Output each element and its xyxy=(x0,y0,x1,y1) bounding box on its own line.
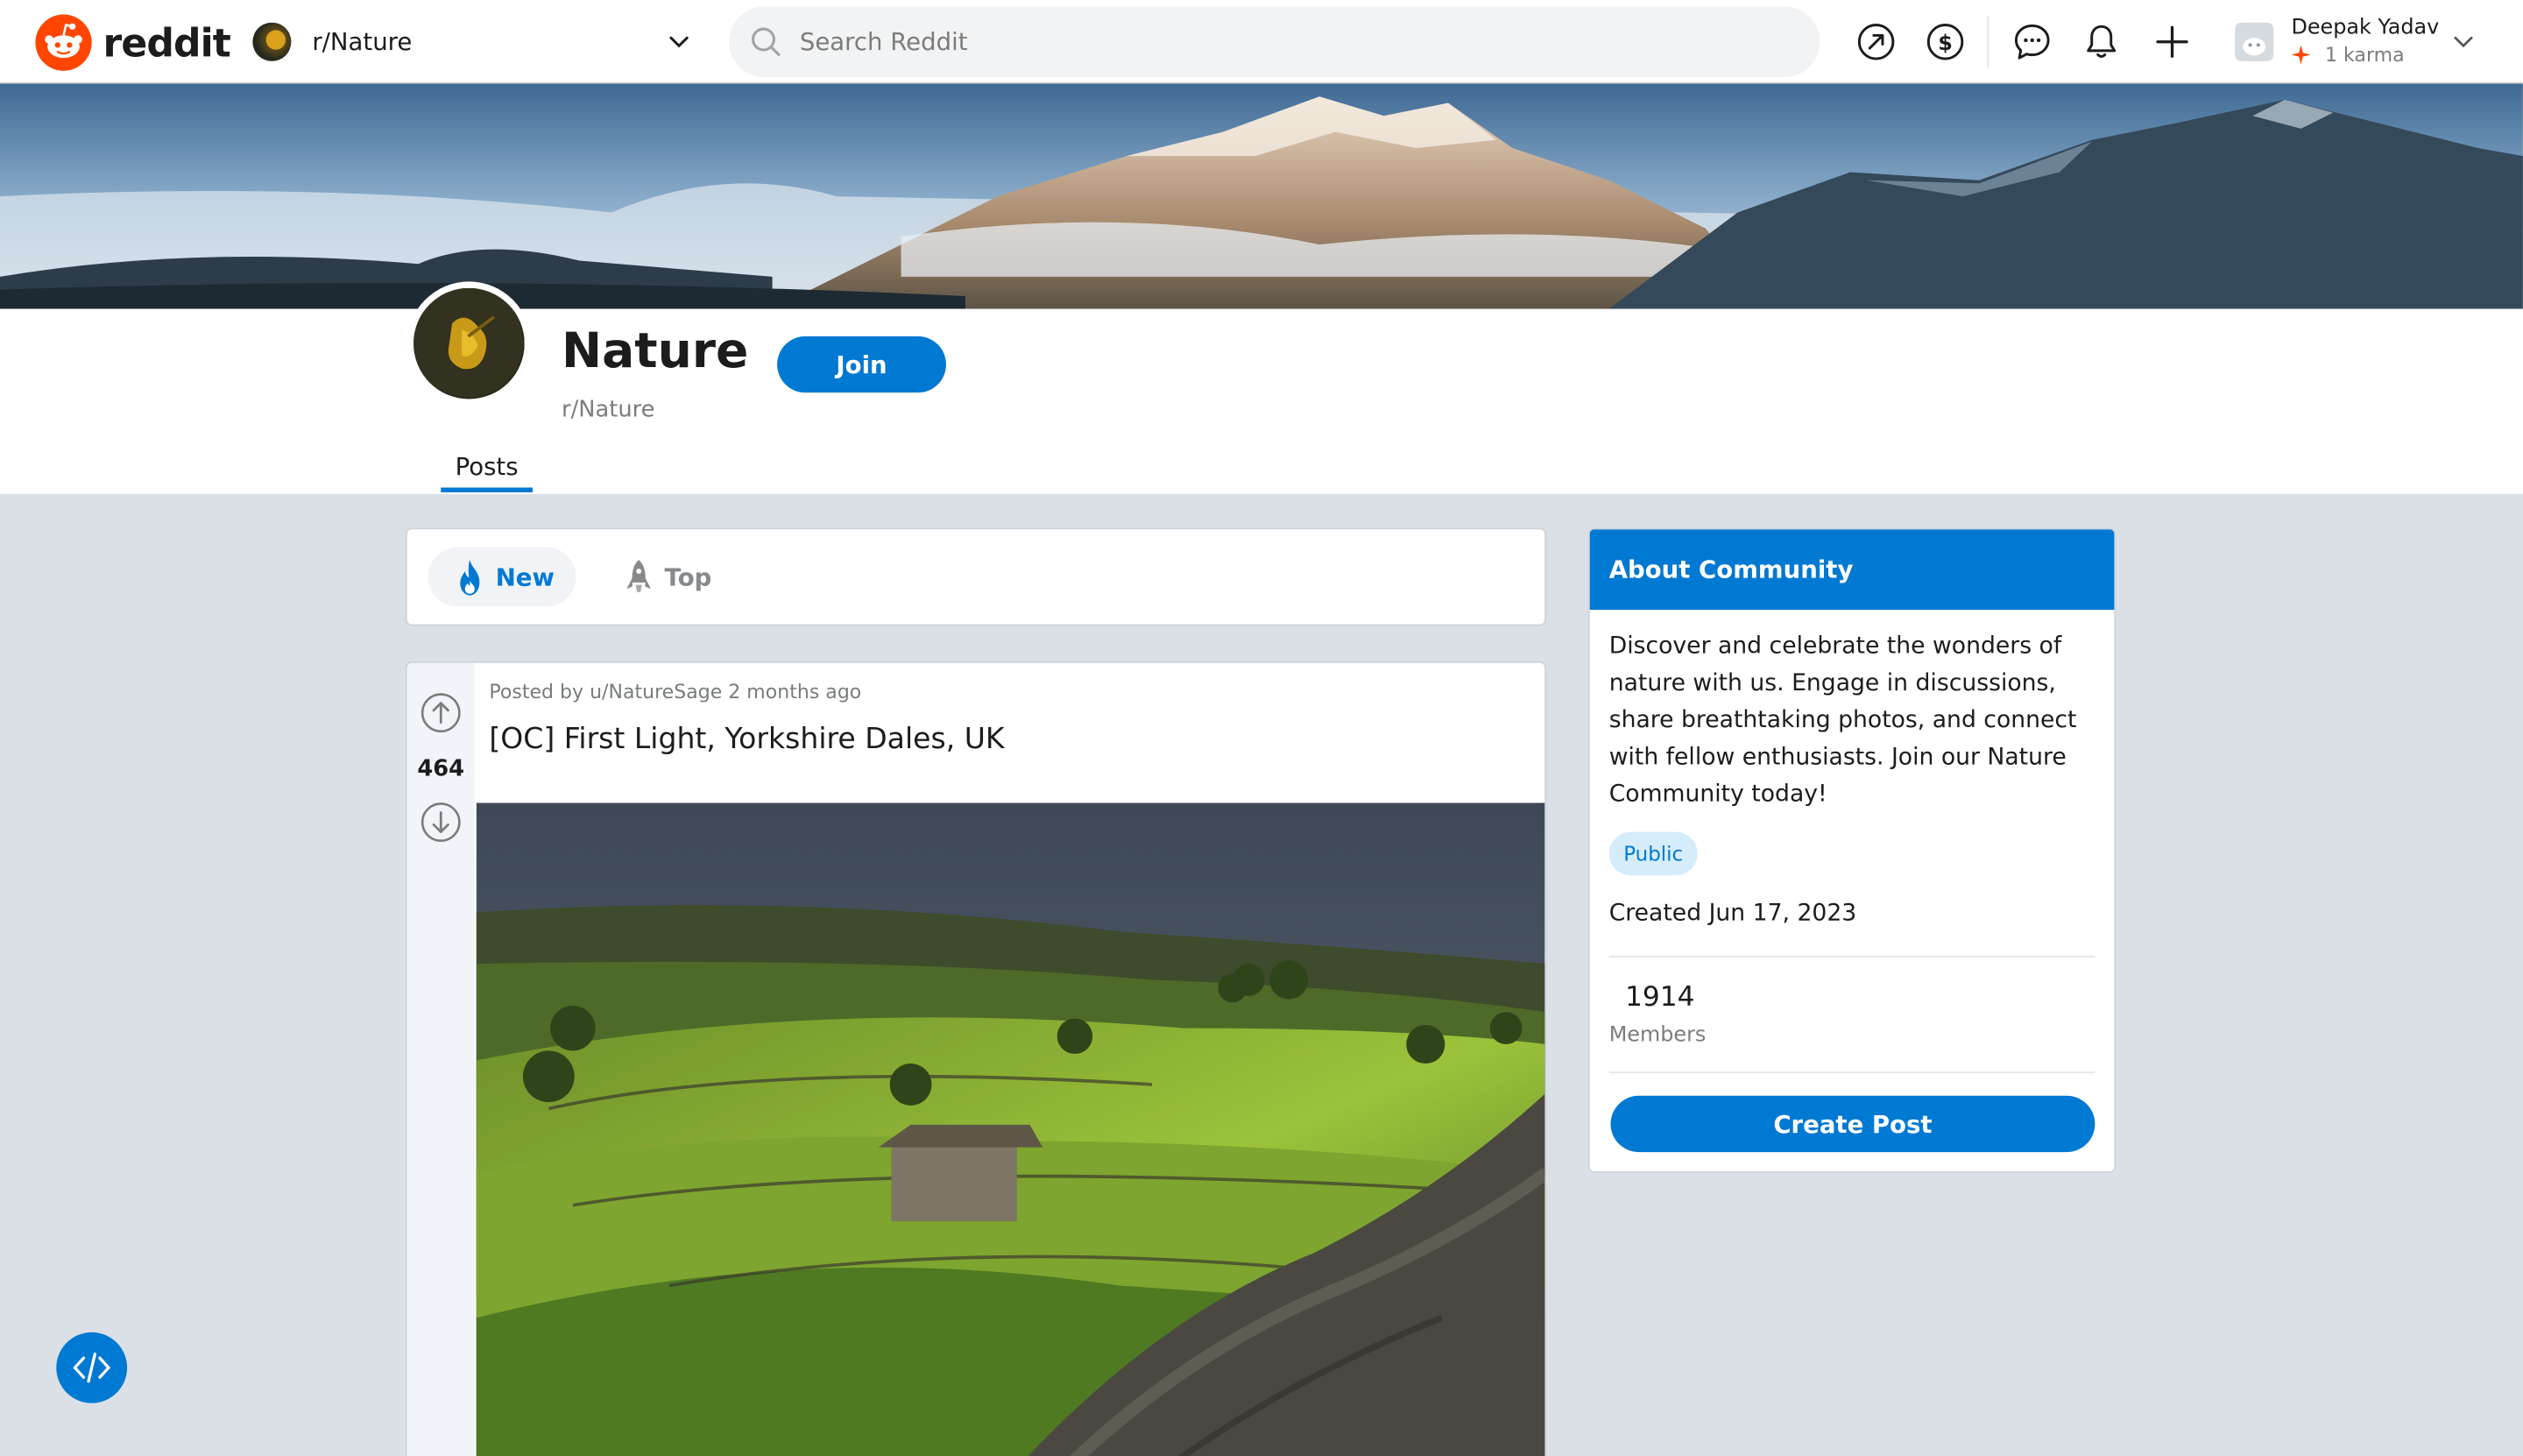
community-dropdown-label: r/Nature xyxy=(312,27,413,57)
flame-icon xyxy=(460,559,480,595)
community-banner xyxy=(0,83,2523,309)
user-karma: 1 karma xyxy=(2291,43,2405,67)
coins-icon[interactable]: $ xyxy=(1925,21,1967,63)
notification-icon[interactable] xyxy=(2081,21,2123,63)
community-icon xyxy=(406,281,532,406)
vote-column: 464 xyxy=(406,662,475,1456)
create-post-button[interactable]: Create Post xyxy=(1610,1095,2095,1153)
user-menu[interactable]: Deepak Yadav 1 karma xyxy=(2235,15,2492,73)
karma-icon xyxy=(2291,45,2311,65)
user-karma-text: 1 karma xyxy=(2325,43,2405,67)
top-navbar: reddit r/Nature $ xyxy=(0,0,2523,84)
svg-text:$: $ xyxy=(1938,31,1953,55)
community-title: Nature xyxy=(562,323,749,380)
reddit-logo-icon xyxy=(35,14,92,71)
visibility-badge: Public xyxy=(1608,831,1698,876)
user-avatar xyxy=(2235,22,2274,61)
chat-icon[interactable] xyxy=(2011,21,2053,63)
community-dropdown[interactable]: r/Nature xyxy=(252,19,695,64)
reddit-wordmark: reddit xyxy=(102,19,231,66)
search-bar[interactable] xyxy=(729,6,1820,78)
community-header xyxy=(0,308,2523,494)
sort-top-label: Top xyxy=(664,562,712,591)
vote-count: 464 xyxy=(417,756,465,782)
search-input[interactable] xyxy=(799,27,1765,57)
popular-icon[interactable] xyxy=(1855,21,1898,63)
created-date: Created Jun 17, 2023 xyxy=(1608,901,1857,927)
sort-new-button[interactable]: New xyxy=(428,547,576,607)
sort-top-button[interactable]: Top xyxy=(623,547,712,606)
post-image[interactable] xyxy=(476,802,1545,1456)
about-community-heading: About Community xyxy=(1589,529,2115,611)
community-description: Discover and celebrate the wonders of na… xyxy=(1608,633,2077,809)
rocket-icon xyxy=(626,559,651,591)
members-count: 1914 xyxy=(1625,981,1695,1014)
chevron-down-icon xyxy=(669,36,689,48)
code-view-button[interactable] xyxy=(56,1332,128,1403)
header-divider xyxy=(1987,16,1989,68)
code-icon xyxy=(73,1352,110,1383)
about-community-panel: About Community Discover and celebrate t… xyxy=(1587,527,2117,1173)
post-title[interactable]: [OC] First Light, Yorkshire Dales, UK xyxy=(489,723,1004,757)
reddit-home-link[interactable]: reddit xyxy=(35,14,231,71)
divider xyxy=(1608,955,2095,958)
downvote-icon[interactable] xyxy=(420,802,462,844)
active-tab-indicator xyxy=(441,487,533,493)
create-icon[interactable] xyxy=(2152,21,2194,63)
community-avatar xyxy=(252,22,292,61)
username: Deepak Yadav xyxy=(2291,16,2440,40)
community-handle: r/Nature xyxy=(562,397,655,424)
members-label: Members xyxy=(1608,1023,1707,1048)
join-button[interactable]: Join xyxy=(777,336,946,393)
divider xyxy=(1608,1071,2095,1074)
post-card[interactable]: 464 Posted by u/NatureSage 2 months ago … xyxy=(405,661,1547,1456)
sort-bar: New Top xyxy=(405,527,1547,626)
chevron-down-icon xyxy=(2454,36,2473,48)
search-icon xyxy=(752,27,781,57)
post-meta: Posted by u/NatureSage 2 months ago xyxy=(489,680,862,703)
upvote-icon[interactable] xyxy=(420,692,462,734)
sort-new-label: New xyxy=(495,562,555,591)
